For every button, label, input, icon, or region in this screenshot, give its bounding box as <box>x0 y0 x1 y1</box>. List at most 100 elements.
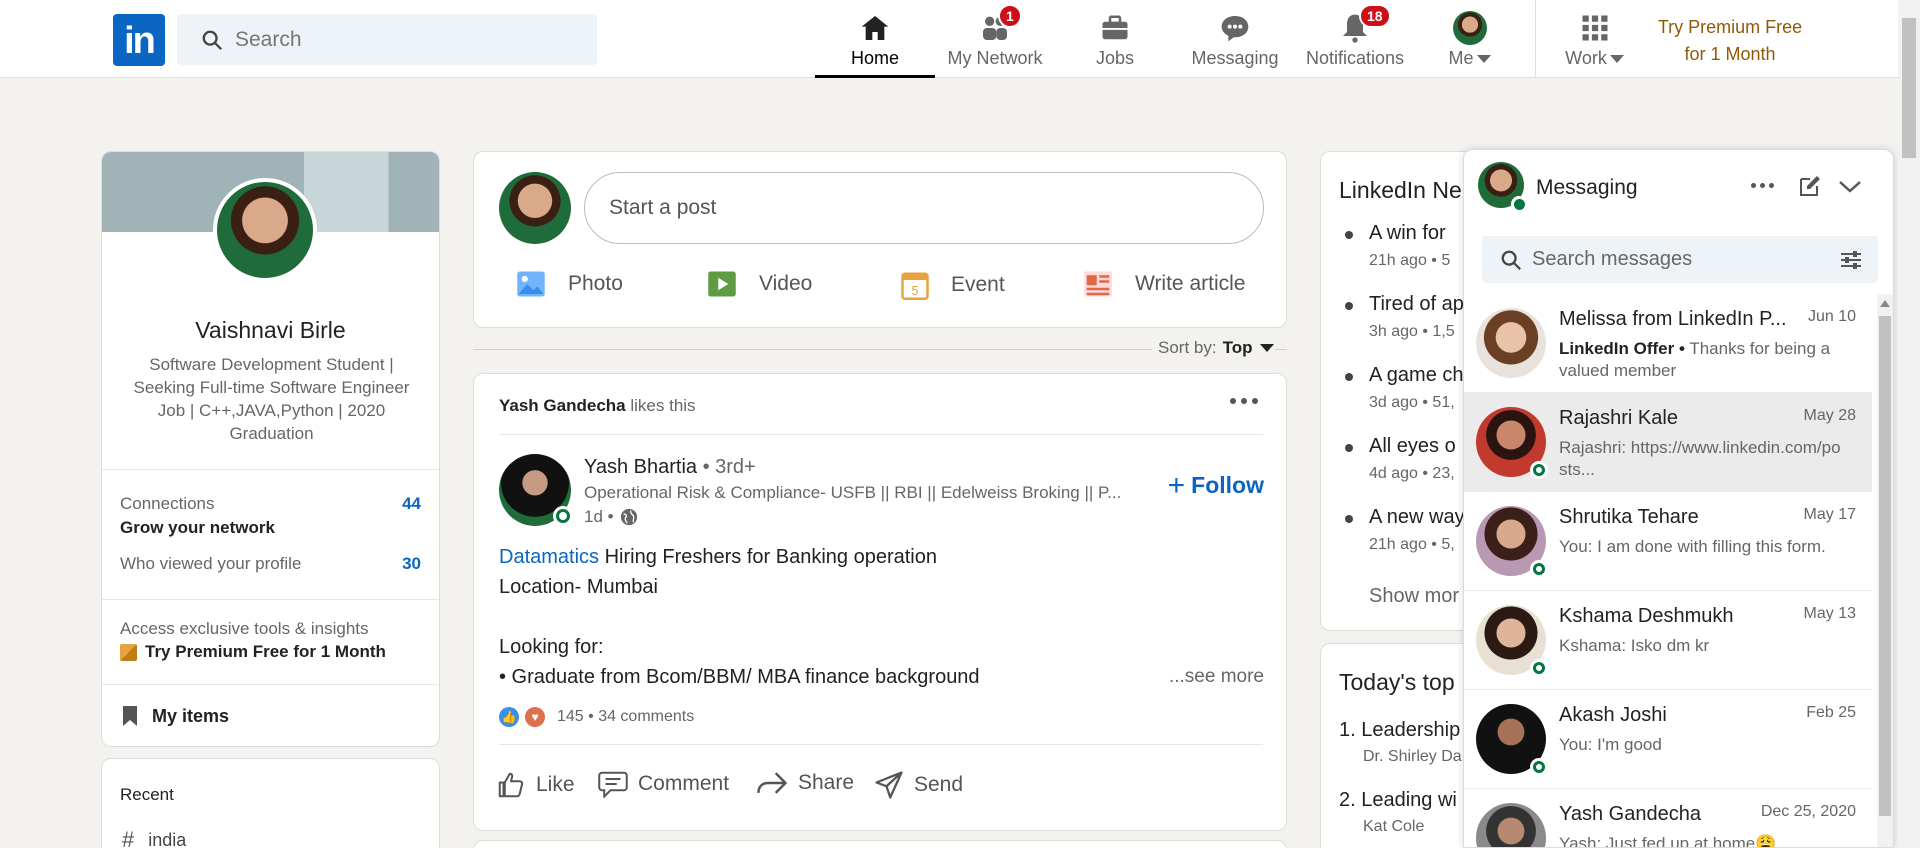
messaging-search[interactable]: Search messages <box>1482 236 1878 283</box>
share-arrow-icon <box>757 772 787 794</box>
filter-sliders-icon[interactable] <box>1840 250 1862 270</box>
share-video-button[interactable]: Video <box>707 270 812 298</box>
news-item-meta: 21h ago • 5 <box>1369 252 1451 269</box>
nav-messaging[interactable]: Messaging <box>1175 8 1295 78</box>
conversation-item[interactable]: Akash Joshi Feb 25 You: I'm good <box>1464 690 1872 789</box>
connections-row[interactable]: Connections 44 Grow your network <box>102 494 439 538</box>
share-button[interactable]: Share <box>756 770 854 796</box>
nav-notifications[interactable]: 18 Notifications <box>1295 4 1415 78</box>
nav-work[interactable]: Work <box>1540 8 1650 78</box>
news-item-title: All eyes o <box>1369 435 1456 457</box>
recent-item[interactable]: # india <box>122 827 186 848</box>
author-name[interactable]: Yash Bhartia <box>584 456 697 478</box>
course-item[interactable]: 1. Leadership Dr. Shirley Da <box>1339 719 1462 766</box>
premium-cta-row: Try Premium Free for 1 Month <box>120 642 420 662</box>
globe-icon <box>620 508 637 526</box>
bullet <box>1345 444 1353 452</box>
social-counts[interactable]: 👍 ♥ 145 • 34 comments <box>499 707 694 727</box>
linkedin-logo[interactable]: in <box>113 14 165 66</box>
conversation-date: Jun 10 <box>1807 308 1856 325</box>
post-more-button[interactable] <box>1224 392 1264 410</box>
page-scrollbar[interactable] <box>1898 0 1920 848</box>
nav-work-row: Work <box>1565 48 1625 69</box>
conversation-item-selected[interactable]: Rajashri Kale May 28 Rajashri: https://w… <box>1464 393 1872 492</box>
write-article-button[interactable]: Write article <box>1083 270 1245 298</box>
compose-icon[interactable] <box>1798 174 1822 198</box>
author-online-dot <box>553 506 573 526</box>
profile-photo[interactable] <box>213 178 317 282</box>
like-button[interactable]: Like <box>496 770 575 800</box>
course-item[interactable]: 2. Leading wi Kat Cole <box>1339 789 1457 836</box>
article-icon <box>1084 271 1112 297</box>
sort-dropdown[interactable]: Sort by: Top <box>1152 338 1275 358</box>
caret-down-icon <box>1609 54 1624 63</box>
chat-bubble-icon <box>1221 16 1249 42</box>
nav-my-network[interactable]: 1 My Network <box>935 4 1055 78</box>
mention-link[interactable]: Datamatics <box>499 546 599 568</box>
news-item-title: A new way <box>1369 506 1465 528</box>
nav-me-row: Me <box>1448 48 1491 69</box>
context-name[interactable]: Yash Gandecha <box>499 396 626 415</box>
my-items-link[interactable]: My items <box>122 705 229 727</box>
post-body: Datamatics Hiring Freshers for Banking o… <box>499 542 1263 692</box>
grow-network-label: Grow your network <box>120 518 275 537</box>
share-avatar[interactable] <box>499 172 571 244</box>
share-photo-button[interactable]: Photo <box>516 270 623 298</box>
online-ring <box>556 509 570 523</box>
comment-button[interactable]: Comment <box>598 770 729 798</box>
messaging-scroll-up[interactable] <box>1880 300 1890 307</box>
try-premium-link[interactable]: Try Premium Free for 1 Month <box>1645 14 1815 68</box>
messaging-scroll-thumb[interactable] <box>1879 316 1891 816</box>
send-button[interactable]: Send <box>874 770 963 800</box>
news-item-title: A win for <box>1369 222 1446 244</box>
conversation-item[interactable]: Kshama Deshmukh May 13 Kshama: Isko dm k… <box>1464 591 1872 690</box>
send-plane-icon <box>875 771 903 799</box>
start-post-label: Start a post <box>609 196 717 219</box>
nav-me-label: Me <box>1448 48 1474 68</box>
conversation-item[interactable]: Melissa from LinkedIn P... Jun 10 Linked… <box>1464 294 1872 393</box>
sort-value: Top <box>1222 338 1253 357</box>
conversation-item[interactable]: Shrutika Tehare May 17 You: I am done wi… <box>1464 492 1872 591</box>
courses-title: Today's top <box>1339 669 1455 695</box>
course-title: 2. Leading wi <box>1339 789 1457 811</box>
nav-notifications-label: Notifications <box>1305 48 1405 68</box>
share-event-button[interactable]: 5 Event <box>901 270 1005 300</box>
conversation-preview: Yash: Just fed up at home😩 <box>1559 834 1777 848</box>
conversation-item[interactable]: Yash Gandecha Dec 25, 2020 Yash: Just fe… <box>1464 789 1872 848</box>
viewers-count: 30 <box>402 554 421 573</box>
messaging-header[interactable]: Messaging <box>1464 150 1893 222</box>
start-post-button[interactable]: Start a post <box>584 172 1264 244</box>
bullet <box>1345 302 1353 310</box>
my-items-label: My items <box>152 705 230 726</box>
see-more-link[interactable]: ...see more <box>1169 666 1264 688</box>
news-title: LinkedIn Ne <box>1339 177 1462 203</box>
chevron-down-icon[interactable] <box>1838 180 1862 194</box>
more-dot <box>1760 183 1765 188</box>
conversation-date: Feb 25 <box>1806 704 1856 721</box>
global-search[interactable] <box>177 14 597 65</box>
recent-item-label: india <box>148 829 187 848</box>
search-input[interactable] <box>235 27 565 52</box>
search-icon <box>202 30 222 50</box>
nav-me[interactable]: Me <box>1415 8 1525 78</box>
course-author: Dr. Shirley Da <box>1363 748 1462 765</box>
thumbs-up-icon <box>498 772 524 798</box>
reaction-count: 145 • 34 comments <box>557 708 695 725</box>
caret-down-icon <box>1259 344 1274 352</box>
nav-messaging-label: Messaging <box>1191 48 1279 68</box>
messaging-options-button[interactable] <box>1751 183 1774 188</box>
course-title: 1. Leadership <box>1339 719 1461 741</box>
nav-home[interactable]: Home <box>815 8 935 78</box>
nav-jobs[interactable]: Jobs <box>1055 8 1175 78</box>
profile-name[interactable]: Vaishnavi Birle <box>102 317 439 344</box>
calendar-icon: 5 <box>901 272 929 300</box>
page-scroll-thumb[interactable] <box>1902 18 1916 158</box>
messaging-scrollbar[interactable] <box>1877 294 1893 847</box>
post-line-4: • Graduate from Bcom/BBM/ MBA finance ba… <box>499 666 980 688</box>
post-time: 1d • <box>584 507 614 526</box>
top-navbar: in Home 1 My Network Jobs Messaging 18 N… <box>0 0 1920 78</box>
news-show-more[interactable]: Show mor <box>1369 585 1459 608</box>
follow-button[interactable]: + Follow <box>1168 470 1264 500</box>
premium-promo[interactable]: Access exclusive tools & insights Try Pr… <box>120 619 420 662</box>
profile-viewers-row[interactable]: Who viewed your profile 30 <box>102 554 439 574</box>
